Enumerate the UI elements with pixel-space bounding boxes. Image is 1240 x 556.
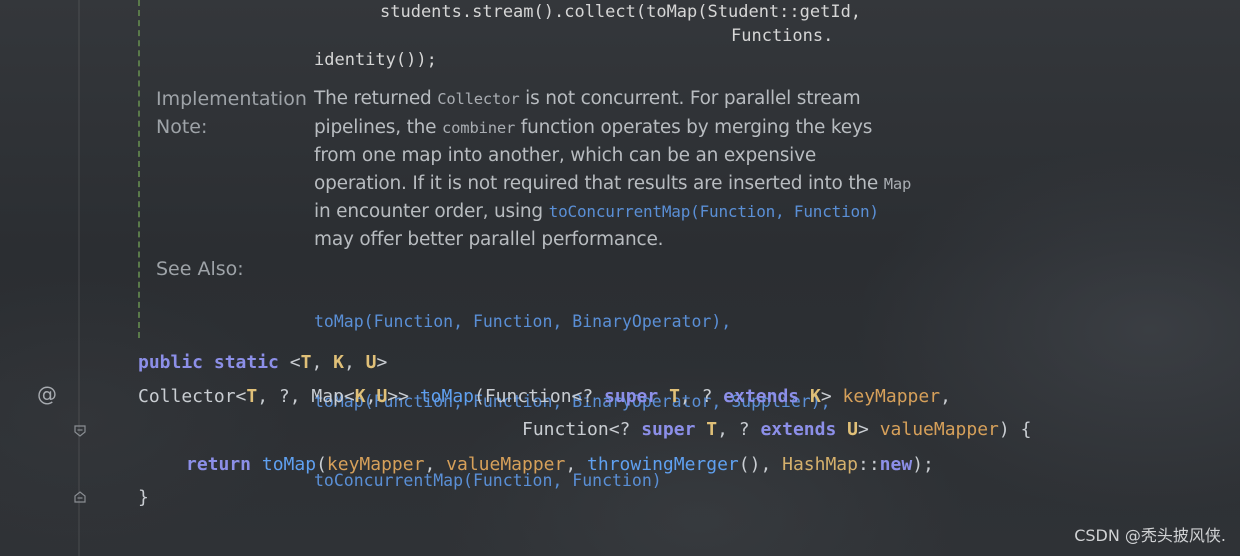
keyword-super: super: [641, 419, 696, 440]
punct: ,: [311, 352, 334, 373]
code-text: ,: [565, 454, 588, 475]
impl-label-line-2: Note:: [156, 116, 208, 138]
code-text: ,: [424, 454, 447, 475]
see-also-link-1[interactable]: toMap(Function, Function, BinaryOperator…: [314, 309, 831, 336]
code-line-return[interactable]: return toMap(keyMapper, valueMapper, thr…: [186, 448, 934, 481]
keyword-new: new: [879, 454, 913, 475]
code-text: ::: [857, 454, 880, 475]
keyword-super: super: [604, 386, 659, 407]
type-param-T: T: [300, 352, 312, 373]
method-call-throwingMerger: throwingMerger: [587, 454, 739, 475]
fold-collapse-icon[interactable]: [73, 424, 87, 438]
code-text: ,: [940, 386, 951, 407]
keyword-return: return: [186, 454, 252, 475]
impl-code-combiner: combiner: [442, 118, 516, 137]
impl-text-5: may offer better parallel performance.: [314, 228, 664, 250]
override-marker-icon[interactable]: @: [37, 382, 57, 406]
code-text: , ?: [717, 419, 761, 440]
code-text: >: [820, 386, 843, 407]
code-text: (: [316, 454, 327, 475]
code-text: (Function<?: [474, 386, 605, 407]
code-text: , ?, Map<: [257, 386, 355, 407]
link-toConcurrentMap[interactable]: toConcurrentMap(Function, Function): [549, 202, 879, 221]
type-param-K: K: [354, 386, 366, 407]
keyword-extends: extends: [760, 419, 837, 440]
code-line-signature-2[interactable]: Collector<T, ?, Map<K,U>> toMap(Function…: [138, 380, 951, 413]
type-param-U: U: [376, 386, 388, 407]
type-param-T: T: [669, 386, 680, 407]
code-text: Collector<: [138, 386, 247, 407]
implementation-note-label: Implementation Note:: [156, 85, 307, 141]
type-param-T: T: [246, 386, 258, 407]
impl-code-map: Map: [883, 174, 912, 193]
keyword-extends: extends: [723, 386, 800, 407]
fold-end-icon[interactable]: [73, 490, 87, 504]
impl-code-collector: Collector: [437, 90, 520, 108]
arg-keyMapper: keyMapper: [326, 454, 425, 475]
type-param-K: K: [333, 352, 344, 373]
impl-text-4: in encounter order, using: [314, 201, 549, 222]
code-text: ) {: [998, 419, 1032, 440]
gutter-divider: [78, 0, 80, 556]
code-text: Function<?: [522, 419, 642, 440]
impl-text-1: The returned: [314, 88, 438, 109]
doc-example-line-2: Functions.: [731, 26, 834, 46]
code-text: (),: [738, 454, 783, 475]
class-HashMap: HashMap: [782, 454, 858, 475]
rendered-javadoc-panel: students.stream().collect(toMap(Student:…: [138, 0, 1240, 490]
param-keyMapper: keyMapper: [842, 386, 941, 407]
code-text: );: [912, 454, 934, 475]
implementation-note-text: The returned Collector is not concurrent…: [314, 85, 914, 253]
code-line-signature-1[interactable]: public static <T, K, U>: [138, 346, 387, 379]
doc-example-line-1: students.stream().collect(toMap(Student:…: [380, 2, 862, 22]
code-text: ,: [365, 386, 377, 407]
param-valueMapper: valueMapper: [879, 419, 999, 440]
code-text: , ?: [679, 386, 724, 407]
punct: <: [289, 352, 301, 373]
code-text: >: [858, 419, 880, 440]
punct: >: [376, 352, 388, 373]
watermark: CSDN @秃头披风侠.: [1074, 526, 1226, 545]
code-line-close-brace[interactable]: }: [138, 481, 149, 514]
code-text: >>: [387, 386, 420, 407]
arg-valueMapper: valueMapper: [446, 454, 566, 475]
doc-example-line-3: identity());: [314, 50, 437, 70]
keyword-static: static: [213, 352, 279, 373]
type-param-K: K: [809, 386, 821, 407]
type-param-U: U: [847, 419, 858, 440]
code-line-signature-3[interactable]: Function<? super T, ? extends U> valueMa…: [522, 413, 1031, 446]
keyword-public: public: [138, 352, 204, 373]
method-call-toMap: toMap: [261, 454, 317, 475]
punct: ,: [343, 352, 366, 373]
type-param-U: U: [365, 352, 377, 373]
see-also-label: See Also:: [156, 258, 244, 280]
impl-label-line-1: Implementation: [156, 88, 307, 110]
type-param-T: T: [706, 419, 718, 440]
method-name-toMap: toMap: [419, 386, 474, 407]
